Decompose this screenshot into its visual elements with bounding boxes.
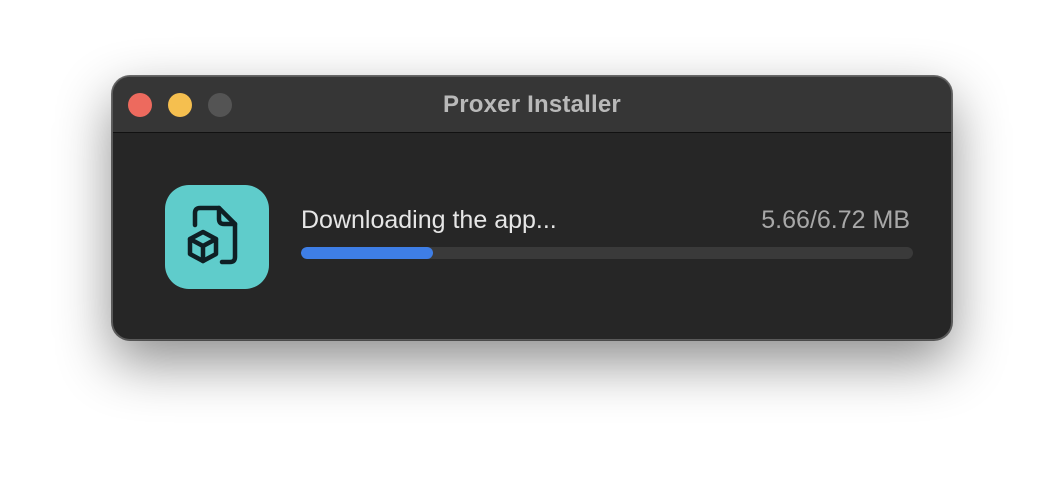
download-progress-bar [301,247,913,259]
download-progress-fill [301,247,433,259]
window-title: Proxer Installer [443,91,621,118]
download-status-text: Downloading the app... [301,206,557,234]
package-file-icon [165,185,269,289]
download-size-text: 5.66/6.72 MB [761,206,910,234]
installer-window: Proxer Installer Downloading the app... … [112,76,952,340]
title-bar[interactable]: Proxer Installer [113,77,951,133]
